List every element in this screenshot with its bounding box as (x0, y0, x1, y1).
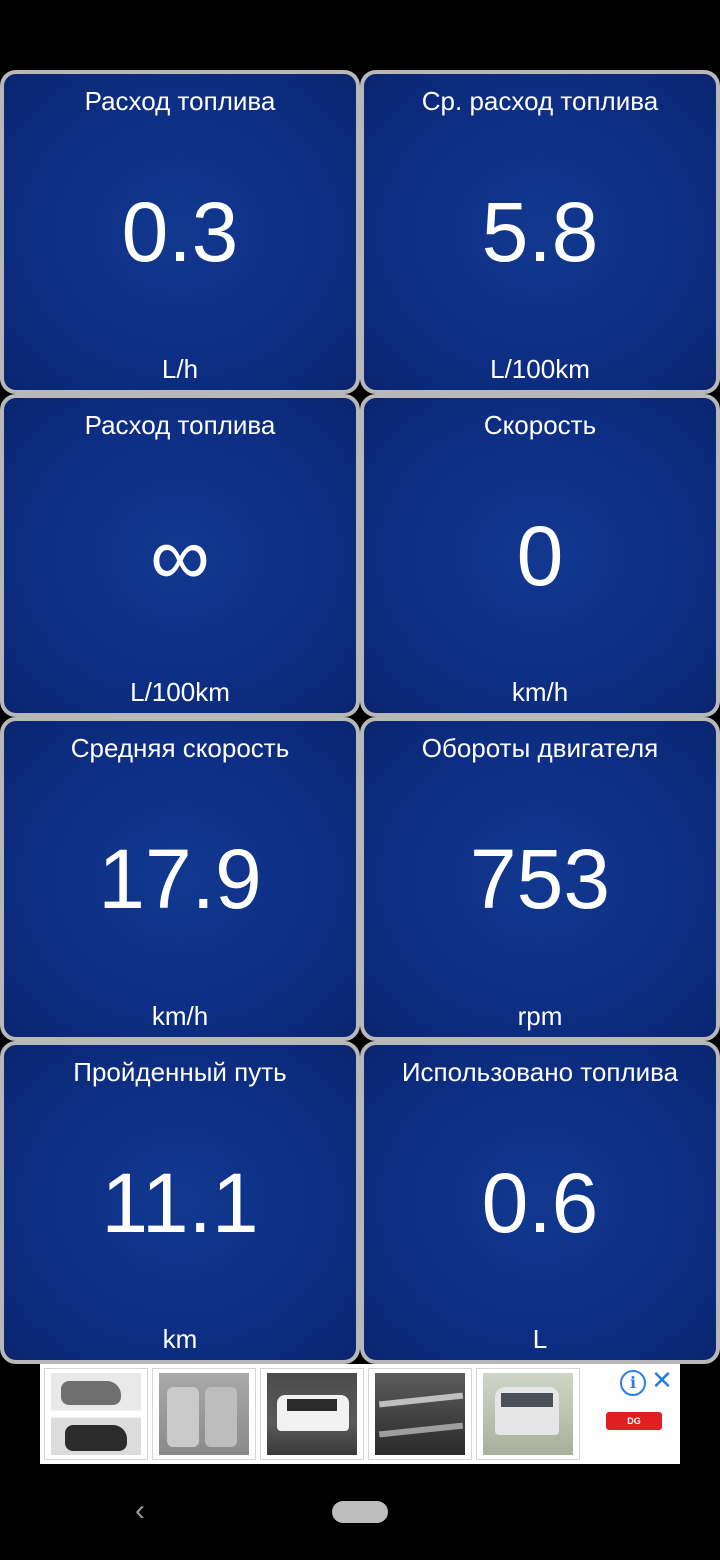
tile-fuel-rate-lh[interactable]: Расход топлива 0.3 L/h (0, 70, 360, 394)
tile-unit: km/h (151, 1001, 209, 1031)
gauge-grid: Расход топлива 0.3 L/h Ср. расход топлив… (0, 70, 720, 1364)
tile-value: 5.8 (481, 185, 599, 279)
tile-avg-fuel-consumption[interactable]: Ср. расход топлива 5.8 L/100km (360, 70, 720, 394)
ad-brand-logo: DG (606, 1412, 662, 1430)
tile-value: 11.1 (101, 1156, 259, 1250)
tile-engine-rpm[interactable]: Обороты двигателя 753 rpm (360, 717, 720, 1041)
tile-fuel-rate-l100km[interactable]: Расход топлива ∞ L/100km (0, 394, 360, 717)
tile-unit: L/h (161, 354, 199, 384)
ad-image-headlights[interactable] (44, 1368, 148, 1460)
tile-unit: L/100km (490, 354, 590, 384)
tile-unit: L (532, 1324, 548, 1354)
tile-unit: L/100km (130, 677, 230, 707)
close-icon[interactable]: ✕ (650, 1366, 674, 1394)
ad-image-car-seats[interactable] (152, 1368, 256, 1460)
tile-value: 0.3 (121, 185, 239, 279)
ad-image-roof-rails[interactable] (368, 1368, 472, 1460)
tile-value: ∞ (150, 509, 210, 603)
tile-title: Обороты двигателя (421, 733, 659, 763)
ad-image-white-suv[interactable] (260, 1368, 364, 1460)
ad-image-minivan[interactable] (476, 1368, 580, 1460)
tile-unit: rpm (517, 1001, 563, 1031)
ad-banner[interactable]: i ✕ DG (40, 1364, 680, 1464)
tile-title: Скорость (483, 410, 597, 440)
tile-distance[interactable]: Пройденный путь 11.1 km (0, 1041, 360, 1364)
tile-title: Ср. расход топлива (421, 86, 659, 116)
tile-speed[interactable]: Скорость 0 km/h (360, 394, 720, 717)
tile-unit: km (162, 1324, 198, 1354)
tile-title: Пройденный путь (73, 1057, 287, 1087)
tile-value: 17.9 (98, 832, 262, 926)
navigation-bar: ‹ (0, 1464, 720, 1560)
home-pill-icon[interactable] (332, 1501, 388, 1523)
tile-title: Средняя скорость (70, 733, 290, 763)
back-icon[interactable]: ‹ (126, 1494, 154, 1528)
tile-value: 753 (469, 832, 611, 926)
tile-fuel-used[interactable]: Использовано топлива 0.6 L (360, 1041, 720, 1364)
tile-value: 0.6 (481, 1156, 599, 1250)
tile-title: Расход топлива (84, 410, 276, 440)
tile-unit: km/h (511, 677, 569, 707)
tile-title: Расход топлива (84, 86, 276, 116)
tile-avg-speed[interactable]: Средняя скорость 17.9 km/h (0, 717, 360, 1041)
tile-title: Использовано топлива (401, 1057, 679, 1087)
tile-value: 0 (516, 509, 564, 603)
status-bar (0, 0, 720, 70)
info-icon[interactable]: i (620, 1370, 646, 1396)
